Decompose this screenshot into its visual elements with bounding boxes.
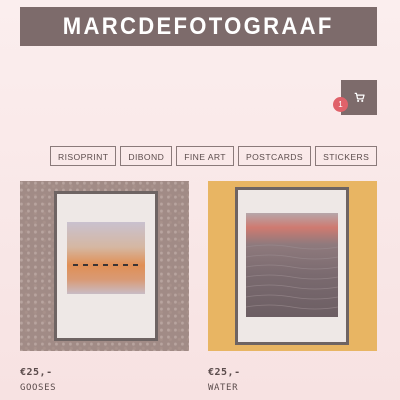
product-image-water[interactable] xyxy=(208,181,377,351)
product-title[interactable]: WATER xyxy=(208,383,377,393)
category-filters: RISOPRINT DIBOND FINE ART POSTCARDS STIC… xyxy=(50,146,378,166)
filter-dibond[interactable]: DIBOND xyxy=(120,146,173,166)
cart-button[interactable] xyxy=(341,80,377,115)
cart-count-badge: 1 xyxy=(333,97,348,112)
site-logo[interactable]: MARCDEFOTOGRAAF xyxy=(63,13,334,41)
product-title[interactable]: GOOSES xyxy=(20,383,189,393)
filter-stickers[interactable]: STICKERS xyxy=(315,146,378,166)
product-card-water[interactable]: €25,- WATER xyxy=(208,181,377,393)
filter-postcards[interactable]: POSTCARDS xyxy=(237,146,312,166)
product-price: €25,- xyxy=(20,367,53,378)
filter-fine-art[interactable]: FINE ART xyxy=(176,146,234,166)
product-price: €25,- xyxy=(208,367,241,378)
filter-risoprint[interactable]: RISOPRINT xyxy=(50,146,117,166)
product-card-gooses[interactable]: €25,- GOOSES xyxy=(20,181,189,393)
cart-icon xyxy=(354,92,365,102)
site-header: MARCDEFOTOGRAAF xyxy=(20,7,377,46)
product-image-gooses[interactable] xyxy=(20,181,189,351)
